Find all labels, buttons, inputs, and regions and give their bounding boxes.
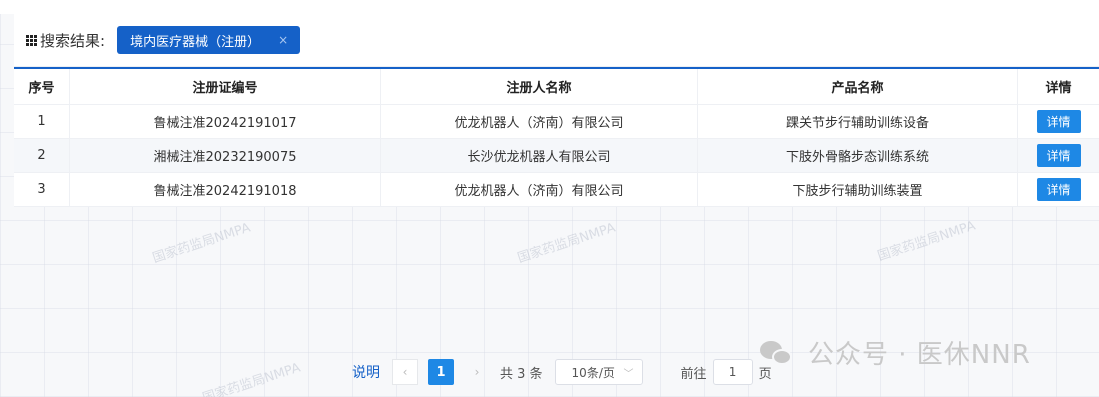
watermark: 国家药监局NMPA [150,220,253,267]
filter-tag[interactable]: 境内医疗器械（注册） × [117,26,301,54]
cell-product: 下肢外骨骼步态训练系统 [698,139,1018,172]
page-1-button[interactable]: 1 [428,359,454,385]
cell-owner: 优龙机器人（济南）有限公司 [381,105,698,138]
goto-page: 前往 页 [681,359,772,385]
header-owner: 注册人名称 [381,69,698,104]
watermark: 国家药监局NMPA [875,218,978,265]
wechat-icon [760,339,794,367]
cell-cert: 鲁械注准20242191018 [70,173,381,206]
detail-button[interactable]: 详情 [1036,110,1081,133]
watermark: 国家药监局NMPA [515,220,618,267]
chevron-down-icon: ﹀ [623,368,634,380]
next-page-button[interactable]: › [464,359,490,385]
close-icon[interactable]: × [278,33,288,47]
cell-no: 2 [14,139,70,172]
wechat-account-text: 公众号 · 医休NNR [808,340,1031,370]
table-header-row: 序号 注册证编号 注册人名称 产品名称 详情 [14,69,1099,105]
cell-owner: 长沙优龙机器人有限公司 [381,139,698,172]
cell-cert: 湘械注准20232190075 [70,139,381,172]
top-gap [0,0,1099,14]
watermark: 国家药监局NMPA [200,360,303,397]
help-link[interactable]: 说明 [352,362,380,382]
cell-detail: 详情 [1018,144,1099,167]
header-detail: 详情 [1045,81,1072,96]
cell-owner: 优龙机器人（济南）有限公司 [381,173,698,206]
page: 国家药监局NMPA 国家药监局NMPA 国家药监局NMPA 国家药监局NMPA … [0,0,1099,397]
cell-product: 下肢步行辅助训练装置 [698,173,1018,206]
header-cert: 注册证编号 [70,69,381,104]
cell-no: 1 [14,105,70,138]
cell-no: 3 [14,173,70,206]
filter-label-text: 搜索结果: [40,31,106,50]
wechat-watermark: 公众号 · 医休NNR [760,334,1031,371]
results-table: 序号 注册证编号 注册人名称 产品名称 详情 1 鲁械注准20242191017… [14,67,1099,207]
cell-cert: 鲁械注准20242191017 [70,105,381,138]
header-no: 序号 [14,69,70,104]
cell-detail: 详情 [1018,110,1099,133]
page-size-value: 10条/页 [571,365,615,380]
filter-label: 搜索结果: [26,30,105,51]
table-row: 1 鲁械注准20242191017 优龙机器人（济南）有限公司 踝关节步行辅助训… [14,105,1099,139]
grid-icon [26,34,37,46]
detail-button[interactable]: 详情 [1036,144,1081,167]
page-size-select[interactable]: 10条/页 ﹀ [554,359,643,385]
total-count: 共 3 条 [500,366,543,382]
prev-page-button[interactable]: ‹ [392,359,418,385]
header-product: 产品名称 [698,69,1018,104]
filter-bar: 搜索结果: 境内医疗器械（注册） × [14,14,1099,67]
cell-product: 踝关节步行辅助训练设备 [698,105,1018,138]
goto-prefix: 前往 [680,366,707,382]
table-row: 2 湘械注准20232190075 长沙优龙机器人有限公司 下肢外骨骼步态训练系… [14,139,1099,173]
goto-page-input[interactable] [712,359,753,385]
table-row: 3 鲁械注准20242191018 优龙机器人（济南）有限公司 下肢步行辅助训练… [14,173,1099,207]
filter-tag-label: 境内医疗器械（注册） [130,34,261,50]
detail-button[interactable]: 详情 [1036,178,1081,201]
cell-detail: 详情 [1018,178,1099,201]
pagination: 说明 ‹ 1 › 共 3 条 10条/页 ﹀ 前往 页 [352,358,772,386]
